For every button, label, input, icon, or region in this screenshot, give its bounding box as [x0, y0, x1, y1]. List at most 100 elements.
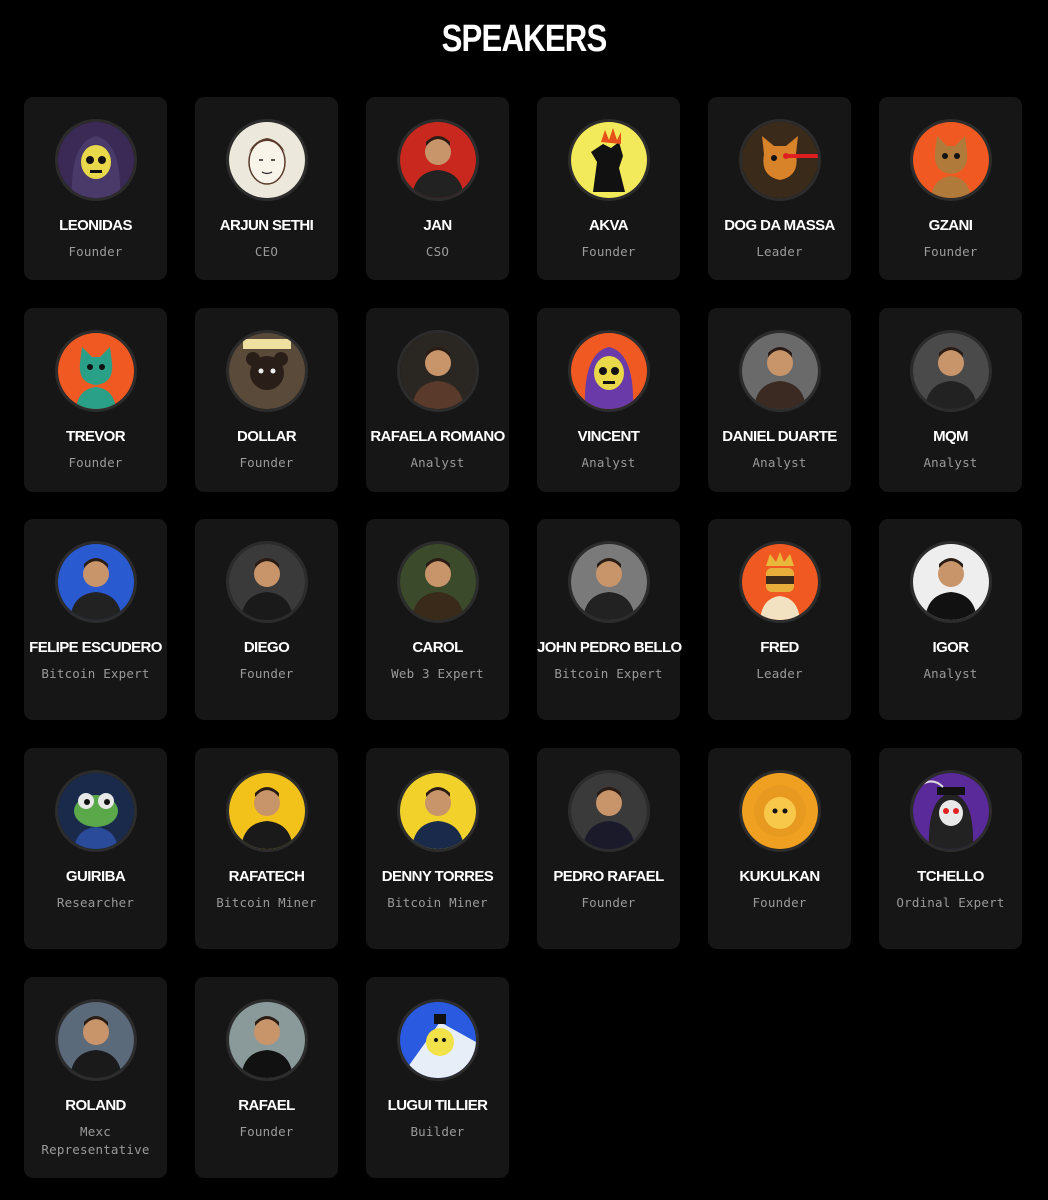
person-avatar-icon: [397, 119, 479, 201]
cat-avatar-icon: [55, 330, 137, 412]
speaker-card[interactable]: IGOR Analyst: [879, 519, 1022, 720]
person-avatar-icon: [397, 541, 479, 623]
speaker-name: DOG DA MASSA: [724, 217, 835, 234]
speaker-role: Founder: [68, 455, 123, 470]
speaker-role: Founder: [752, 895, 807, 910]
person-avatar-icon: [568, 541, 650, 623]
speaker-card[interactable]: LEONIDAS Founder: [24, 97, 167, 280]
speaker-role: Mexc Representative: [41, 1124, 150, 1157]
reaper-avatar-icon: [910, 770, 992, 852]
speaker-role: Founder: [68, 244, 123, 259]
speaker-card[interactable]: JAN CSO: [366, 97, 509, 280]
speaker-card[interactable]: FELIPE ESCUDERO Bitcoin Expert: [24, 519, 167, 720]
speaker-role: Founder: [239, 666, 294, 681]
speaker-card[interactable]: ROLAND Mexc Representative: [24, 977, 167, 1178]
speaker-role: Bitcoin Miner: [387, 895, 488, 910]
speaker-role: Researcher: [56, 895, 135, 910]
speaker-card[interactable]: DOLLAR Founder: [195, 308, 338, 492]
speaker-name: TCHELLO: [917, 868, 984, 885]
person-avatar-icon: [568, 770, 650, 852]
skull-avatar-icon: [55, 119, 137, 201]
speaker-card[interactable]: TCHELLO Ordinal Expert: [879, 748, 1022, 949]
speaker-role: Bitcoin Expert: [41, 666, 150, 681]
speaker-card[interactable]: LUGUI TILLIER Builder: [366, 977, 509, 1178]
speaker-card[interactable]: GUIRIBA Researcher: [24, 748, 167, 949]
speaker-card[interactable]: ARJUN SETHI CEO: [195, 97, 338, 280]
speaker-card[interactable]: RAFAELA ROMANO Analyst: [366, 308, 509, 492]
speaker-name: CAROL: [412, 639, 463, 656]
dog-avatar-icon: [739, 119, 821, 201]
hooded-skull-avatar-icon: [568, 330, 650, 412]
speaker-role: Leader: [756, 666, 803, 681]
person-avatar-icon: [226, 541, 308, 623]
speaker-name: GZANI: [928, 217, 973, 234]
person-avatar-icon: [226, 999, 308, 1081]
speaker-role: Analyst: [923, 455, 978, 470]
person-avatar-icon: [226, 770, 308, 852]
person-avatar-icon: [55, 999, 137, 1081]
speaker-role: Analyst: [410, 455, 465, 470]
speaker-card[interactable]: RAFATECH Bitcoin Miner: [195, 748, 338, 949]
monster-avatar-icon: [568, 119, 650, 201]
speaker-card[interactable]: MQM Analyst: [879, 308, 1022, 492]
speaker-role: CEO: [254, 244, 279, 259]
speaker-card[interactable]: AKVA Founder: [537, 97, 680, 280]
speaker-name: ARJUN SETHI: [219, 217, 314, 234]
speaker-card[interactable]: CAROL Web 3 Expert: [366, 519, 509, 720]
speaker-card[interactable]: PEDRO RAFAEL Founder: [537, 748, 680, 949]
speaker-role: Analyst: [923, 666, 978, 681]
speaker-name: DENNY TORRES: [381, 868, 494, 885]
speaker-name: VINCENT: [577, 428, 640, 445]
speaker-role: Leader: [756, 244, 803, 259]
speaker-role: Bitcoin Miner: [216, 895, 317, 910]
speaker-name: KUKULKAN: [739, 868, 820, 885]
speaker-card[interactable]: GZANI Founder: [879, 97, 1022, 280]
speaker-card[interactable]: DIEGO Founder: [195, 519, 338, 720]
speaker-card[interactable]: DOG DA MASSA Leader: [708, 97, 851, 280]
speaker-name: JOHN PEDRO BELLO: [537, 639, 682, 656]
crowned-ninja-avatar-icon: [739, 541, 821, 623]
speaker-name: RAFAEL: [238, 1097, 295, 1114]
speaker-role: Founder: [581, 244, 636, 259]
sketch-face-avatar-icon: [226, 119, 308, 201]
speaker-card[interactable]: FRED Leader: [708, 519, 851, 720]
cat-avatar-icon: [910, 119, 992, 201]
speaker-name: IGOR: [932, 639, 970, 656]
speaker-card[interactable]: VINCENT Analyst: [537, 308, 680, 492]
speaker-name: DANIEL DUARTE: [722, 428, 837, 445]
speaker-card[interactable]: DENNY TORRES Bitcoin Miner: [366, 748, 509, 949]
frog-avatar-icon: [55, 770, 137, 852]
speaker-card[interactable]: KUKULKAN Founder: [708, 748, 851, 949]
speaker-role: Founder: [581, 895, 636, 910]
speaker-name: ROLAND: [65, 1097, 126, 1114]
speaker-card[interactable]: TREVOR Founder: [24, 308, 167, 492]
speaker-card[interactable]: RAFAEL Founder: [195, 977, 338, 1178]
person-avatar-icon: [910, 541, 992, 623]
person-avatar-icon: [397, 770, 479, 852]
speaker-name: FRED: [760, 639, 799, 656]
page-title: SPEAKERS: [441, 18, 608, 60]
speaker-name: FELIPE ESCUDERO: [29, 639, 162, 656]
speaker-role: CSO: [425, 244, 450, 259]
speaker-card[interactable]: JOHN PEDRO BELLO Bitcoin Expert: [537, 519, 682, 720]
speaker-role: Ordinal Expert: [896, 895, 1005, 910]
person-avatar-icon: [397, 330, 479, 412]
speaker-name: MQM: [933, 428, 968, 445]
speaker-name: AKVA: [589, 217, 629, 234]
speaker-role: Founder: [239, 1124, 294, 1139]
speaker-name: RAFATECH: [228, 868, 305, 885]
lion-avatar-icon: [739, 770, 821, 852]
speaker-role: Analyst: [752, 455, 807, 470]
speaker-card[interactable]: DANIEL DUARTE Analyst: [708, 308, 851, 492]
speaker-name: JAN: [423, 217, 452, 234]
cartoon-avatar-icon: [397, 999, 479, 1081]
speaker-name: DOLLAR: [237, 428, 296, 445]
person-avatar-icon: [739, 330, 821, 412]
bear-avatar-icon: [226, 330, 308, 412]
speaker-role: Founder: [923, 244, 978, 259]
speaker-name: TREVOR: [66, 428, 126, 445]
speaker-name: LUGUI TILLIER: [387, 1097, 488, 1114]
speaker-role: Analyst: [581, 455, 636, 470]
speaker-name: DIEGO: [243, 639, 290, 656]
person-avatar-icon: [55, 541, 137, 623]
